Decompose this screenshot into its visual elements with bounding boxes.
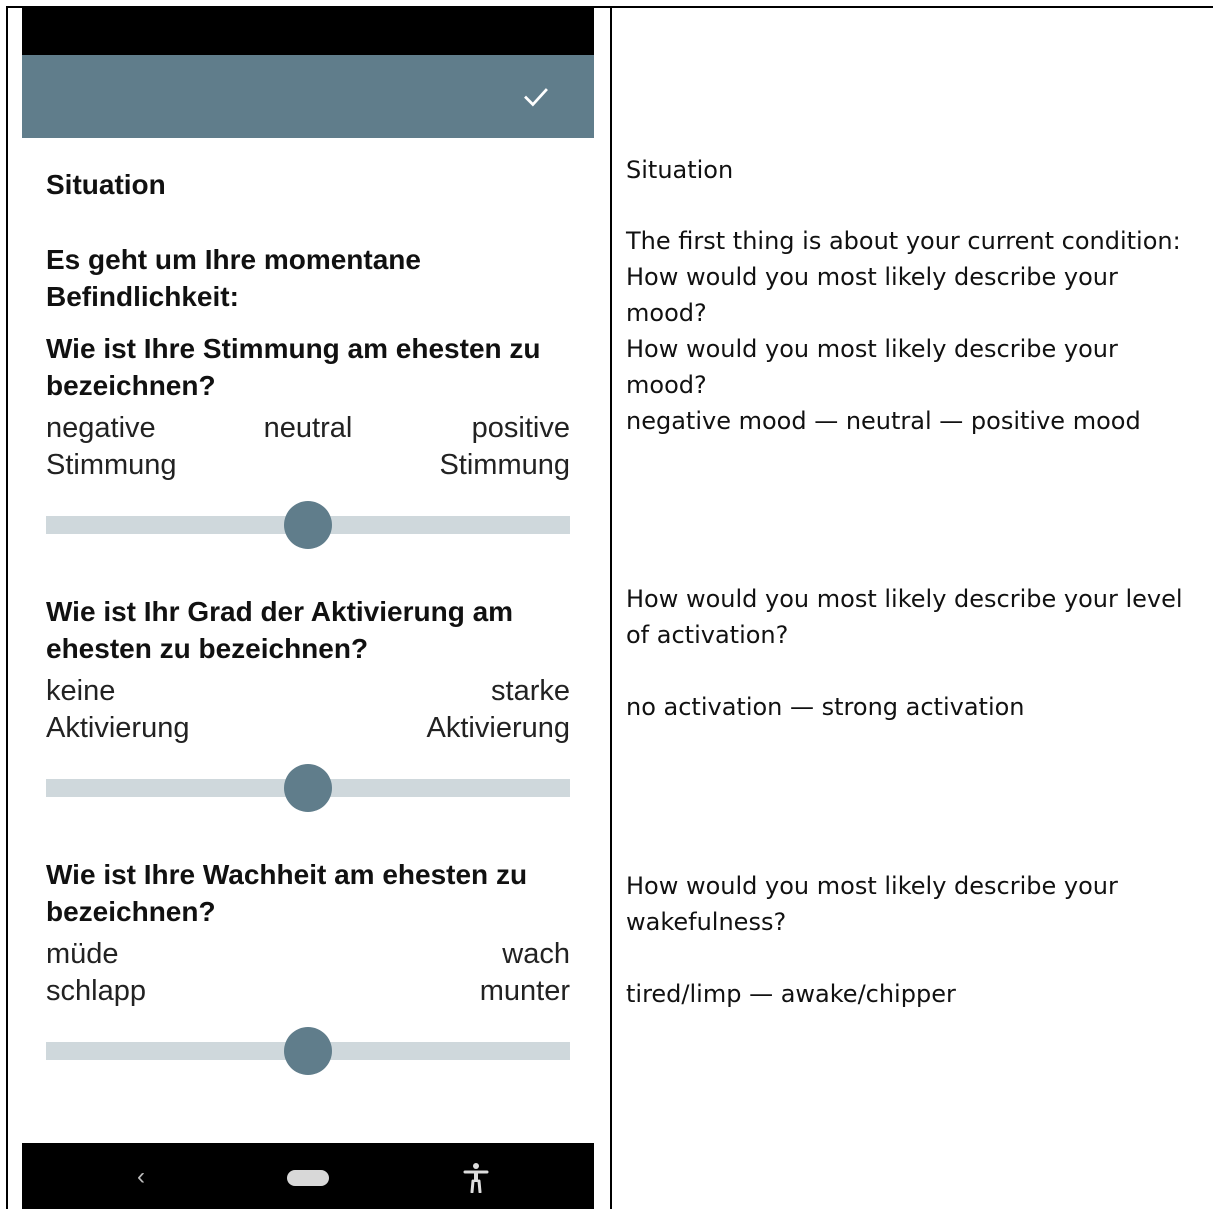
- wakefulness-slider[interactable]: [46, 1026, 570, 1076]
- status-bar: [22, 8, 594, 55]
- slider-thumb[interactable]: [284, 764, 332, 812]
- form-heading: Situation: [46, 169, 166, 200]
- phone-screenshot: Situation Es geht um Ihre momentane Befi…: [22, 8, 594, 1209]
- question-mood: Wie ist Ihre Stimmung am ehesten zu beze…: [46, 333, 541, 401]
- translation-q3-scale: tired/limp — awake/chipper: [626, 980, 956, 1008]
- app-bar: [22, 55, 594, 138]
- mood-slider[interactable]: [46, 500, 570, 550]
- check-icon: [524, 88, 548, 107]
- question-wakefulness: Wie ist Ihre Wachheit am ehesten zu beze…: [46, 859, 528, 927]
- translation-q2-scale: no activation — strong activation: [626, 693, 1025, 721]
- confirm-button[interactable]: [516, 77, 556, 117]
- mood-scale-max-label: positive Stimmung: [439, 412, 570, 481]
- table-column-divider: [610, 6, 612, 1209]
- wakefulness-scale-min-label: müde schlapp: [46, 938, 146, 1007]
- slider-thumb[interactable]: [284, 501, 332, 549]
- question-activation: Wie ist Ihr Grad der Aktivierung am ehes…: [46, 596, 514, 664]
- navigation-bar: ‹: [22, 1143, 594, 1209]
- slider-thumb[interactable]: [284, 1027, 332, 1075]
- wakefulness-scale-max-label: wach munter: [479, 938, 570, 1007]
- translation-q1: How would you most likely describe your …: [626, 263, 1141, 435]
- accessibility-icon[interactable]: [462, 1161, 490, 1193]
- chevron-left-icon[interactable]: ‹: [126, 1157, 156, 1197]
- translation-q2: How would you most likely describe your …: [626, 585, 1183, 649]
- translation-heading: Situation: [626, 156, 734, 184]
- home-pill-icon[interactable]: [287, 1170, 329, 1186]
- intro-text: Es geht um Ihre momentane Befindlichkeit…: [46, 244, 421, 312]
- activation-scale-min-label: keine Aktivierung: [46, 675, 190, 744]
- activation-scale-max-label: starke Aktivierung: [426, 675, 570, 744]
- translation-q3: How would you most likely describe your …: [626, 872, 1118, 936]
- translation-intro: The first thing is about your current co…: [626, 227, 1181, 255]
- table-border-left: [6, 6, 8, 1209]
- activation-slider[interactable]: [46, 763, 570, 813]
